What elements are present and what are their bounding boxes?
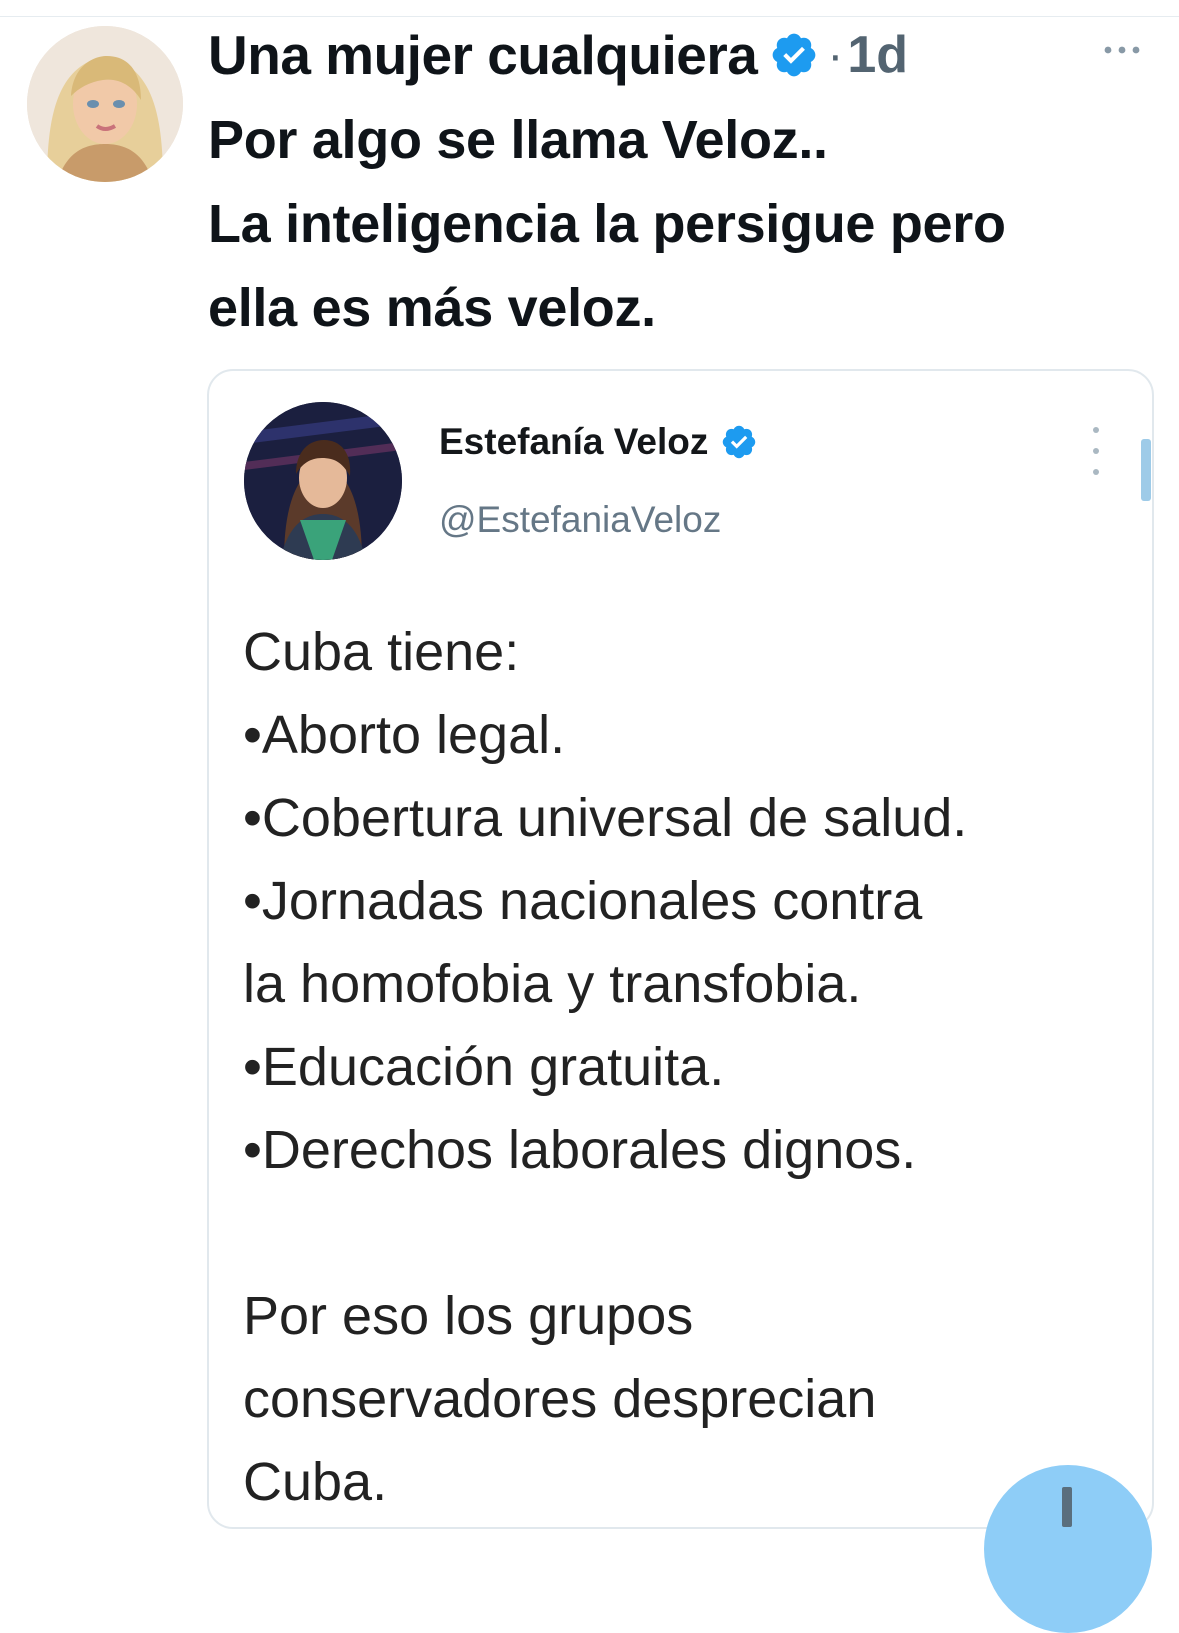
timestamp[interactable]: 1d	[847, 25, 908, 85]
quoted-tweet-text: Cuba tiene: •Aborto legal. •Cobertura un…	[243, 622, 968, 1512]
menu-dot	[1093, 469, 1099, 475]
separator-dot: ·	[827, 28, 844, 82]
author-name[interactable]: Una mujer cualquiera	[208, 23, 758, 87]
menu-dot	[1093, 427, 1099, 433]
tweet-header: Una mujer cualquiera · 1d	[208, 22, 908, 88]
quoted-author-handle[interactable]: @EstefaniaVeloz	[439, 499, 721, 541]
author-avatar[interactable]	[27, 26, 183, 182]
verified-badge-icon	[720, 423, 758, 461]
compose-button[interactable]	[984, 1465, 1152, 1633]
quoted-author-avatar[interactable]	[244, 402, 402, 560]
more-vertical-icon[interactable]	[1081, 427, 1111, 475]
quoted-author-name[interactable]: Estefanía Veloz	[439, 421, 708, 463]
quoted-tweet-card[interactable]: Estefanía Veloz @EstefaniaVeloz Cuba tie…	[207, 369, 1154, 1529]
menu-dot	[1093, 448, 1099, 454]
top-divider	[0, 16, 1179, 17]
verified-badge-icon	[769, 30, 819, 80]
tweet-text: Por algo se llama Veloz.. La inteligenci…	[208, 110, 1006, 338]
compose-icon	[1062, 1487, 1072, 1527]
more-horizontal-icon	[1104, 46, 1140, 54]
more-options-button[interactable]	[1098, 32, 1146, 68]
quoted-author-row: Estefanía Veloz	[439, 421, 758, 463]
scrollbar[interactable]	[1141, 439, 1151, 501]
